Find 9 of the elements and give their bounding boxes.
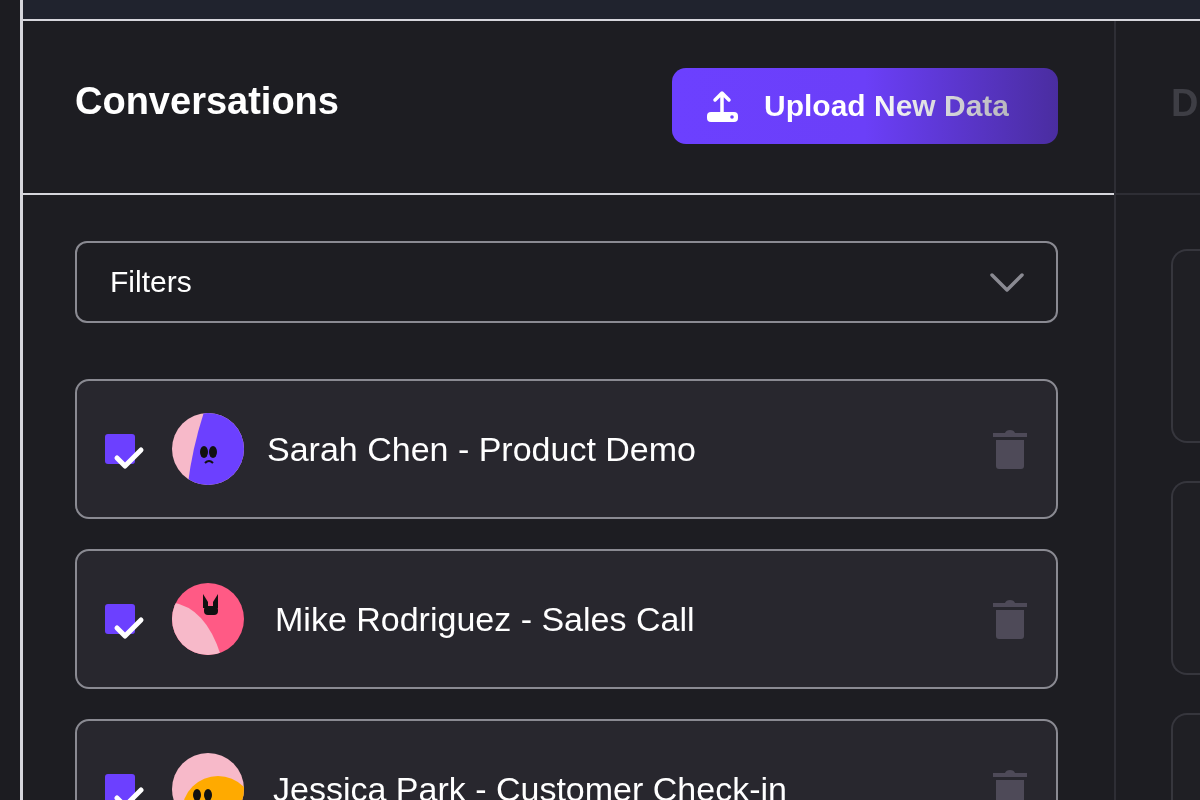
upload-icon <box>706 90 738 122</box>
upload-button[interactable]: Upload New Data <box>672 68 1058 144</box>
chevron-icon <box>990 272 1024 292</box>
conversation-title: Mike Rodriguez - Sales Call <box>275 599 696 639</box>
conversation-title: Sarah Chen - Product Demo <box>267 429 697 469</box>
filters-dropdown[interactable]: Filters <box>75 241 1058 323</box>
conversation-card[interactable]: Sarah Chen - Product Demo <box>75 379 1058 519</box>
panel-title: Conversations <box>75 79 339 123</box>
conversation-card[interactable]: Mike Rodriguez - Sales Call <box>75 549 1058 689</box>
